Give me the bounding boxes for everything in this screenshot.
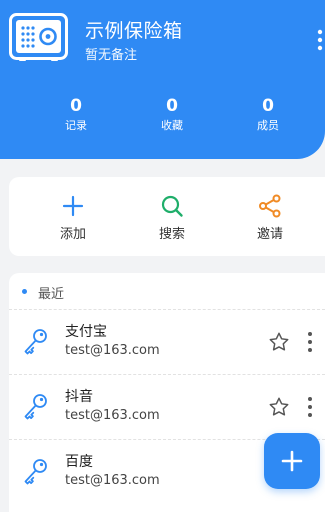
plus-icon [281,450,303,472]
safe-icon [9,13,68,61]
recent-dot [22,289,27,294]
stat-members-value: 0 [262,96,274,116]
stat-favorites-value: 0 [166,96,178,116]
key-icon [24,329,47,355]
floating-add-button[interactable] [264,433,320,489]
list-item[interactable]: 支付宝 test@163.com [9,310,325,374]
stat-records-label: 记录 [65,119,87,132]
add-button[interactable]: 添加 [43,194,103,242]
item-name: 百度 [65,454,93,470]
item-account: test@163.com [65,343,160,358]
add-button-label: 添加 [59,227,86,242]
stat-members[interactable]: 0 成员 [233,96,303,134]
plus-icon [62,195,84,217]
vault-header: 示例保险箱 暂无备注 0 记录 0 收藏 0 成员 [0,0,325,159]
quick-actions-card: 添加 搜索 邀请 [9,177,325,256]
share-icon [259,194,281,218]
invite-button[interactable]: 邀请 [240,194,300,242]
stat-records-value: 0 [70,96,82,116]
stat-records[interactable]: 0 记录 [41,96,111,134]
stat-favorites[interactable]: 0 收藏 [137,96,207,134]
key-icon [24,394,47,420]
recent-title: 最近 [38,287,65,302]
search-button[interactable]: 搜索 [142,194,202,242]
item-account: test@163.com [65,473,160,488]
vault-title: 示例保险箱 [85,20,183,42]
key-icon [24,459,47,485]
stat-favorites-label: 收藏 [161,119,183,132]
stats-bar: 0 记录 0 收藏 0 成员 [0,96,325,140]
more-vertical-icon[interactable] [305,331,315,353]
item-name: 支付宝 [65,324,107,340]
star-icon[interactable] [268,331,290,353]
star-icon[interactable] [268,396,290,418]
search-button-label: 搜索 [158,227,185,242]
more-vertical-icon[interactable] [305,396,315,418]
item-account: test@163.com [65,408,160,423]
stat-members-label: 成员 [257,119,279,132]
list-item[interactable]: 抖音 test@163.com [9,375,325,439]
more-vertical-icon[interactable] [315,28,325,52]
vault-note: 暂无备注 [85,48,138,63]
search-icon [161,195,183,217]
item-name: 抖音 [65,389,93,405]
invite-button-label: 邀请 [256,227,283,242]
